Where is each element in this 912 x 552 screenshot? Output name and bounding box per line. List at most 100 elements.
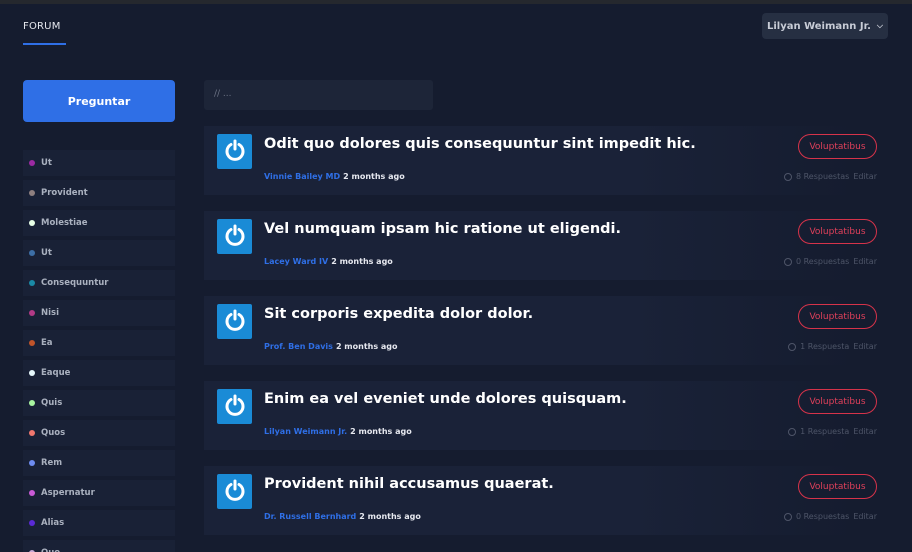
- post-author[interactable]: Lilyan Weimann Jr.: [264, 427, 347, 436]
- replies-icon: [788, 342, 797, 351]
- replies-icon: [783, 172, 792, 181]
- tag-badge[interactable]: Voluptatibus: [798, 304, 877, 329]
- post-stats: 8 Respuestas Editar: [783, 172, 877, 181]
- category-item[interactable]: Consequuntur: [23, 270, 175, 296]
- power-icon: [223, 478, 247, 506]
- tab-forum[interactable]: FORUM: [23, 21, 61, 45]
- post-stats: 0 Respuestas Editar: [783, 512, 877, 521]
- navbar: FORUM Lilyan Weimann Jr. ⌵: [0, 4, 912, 52]
- category-label: Quis: [41, 398, 63, 408]
- category-color-dot: [29, 310, 35, 316]
- category-list: Ut Provident Molestiae Ut Consequuntur Nisi Ea…: [23, 150, 175, 552]
- post-card[interactable]: Odit quo dolores quis consequuntur sint …: [204, 126, 888, 195]
- post-title[interactable]: Enim ea vel eveniet unde dolores quisqua…: [264, 391, 627, 407]
- replies-icon: [788, 427, 797, 436]
- tab-forum-underline: [23, 43, 66, 45]
- post-time: 2 months ago: [331, 257, 393, 266]
- ask-button[interactable]: Preguntar: [23, 80, 175, 122]
- category-item[interactable]: Aspernatur: [23, 480, 175, 506]
- category-item[interactable]: Molestiae: [23, 210, 175, 236]
- user-menu[interactable]: Lilyan Weimann Jr. ⌵: [762, 13, 888, 39]
- post-title[interactable]: Odit quo dolores quis consequuntur sint …: [264, 136, 696, 152]
- post-meta: Vinnie Bailey MD 2 months ago: [264, 172, 405, 181]
- post-card[interactable]: Vel numquam ipsam hic ratione ut eligend…: [204, 211, 888, 280]
- search-input[interactable]: // ...: [204, 80, 433, 110]
- category-color-dot: [29, 190, 35, 196]
- post-time: 2 months ago: [335, 342, 398, 351]
- post-card[interactable]: Provident nihil accusamus quaerat. Dr. Ru…: [204, 466, 888, 535]
- category-color-dot: [29, 400, 35, 406]
- post-title[interactable]: Provident nihil accusamus quaerat.: [264, 476, 554, 492]
- category-item[interactable]: Alias: [23, 510, 175, 536]
- post-list: Odit quo dolores quis consequuntur sint …: [204, 126, 888, 551]
- category-color-dot: [29, 430, 35, 436]
- category-label: Nisi: [41, 308, 60, 318]
- category-item[interactable]: Rem: [23, 450, 175, 476]
- category-item[interactable]: Eaque: [23, 360, 175, 386]
- category-color-dot: [29, 460, 35, 466]
- category-item[interactable]: Ut: [23, 240, 175, 266]
- post-title[interactable]: Sit corporis expedita dolor dolor.: [264, 306, 533, 322]
- post-meta: Lilyan Weimann Jr. 2 months ago: [264, 427, 412, 436]
- post-meta: Lacey Ward IV 2 months ago: [264, 257, 393, 266]
- category-label: Ea: [41, 338, 53, 348]
- edit-link[interactable]: Editar: [853, 172, 877, 181]
- category-item[interactable]: Quos: [23, 420, 175, 446]
- chevron-down-icon: ⌵: [876, 21, 883, 30]
- user-name: Lilyan Weimann Jr.: [767, 20, 871, 32]
- post-author[interactable]: Dr. Russell Bernhard: [264, 512, 356, 521]
- edit-link[interactable]: Editar: [853, 512, 877, 521]
- category-color-dot: [29, 340, 35, 346]
- tag-badge[interactable]: Voluptatibus: [798, 389, 877, 414]
- post-stats: 0 Respuestas Editar: [783, 257, 877, 266]
- power-icon: [223, 223, 247, 251]
- post-author[interactable]: Lacey Ward IV: [264, 257, 328, 266]
- post-time: 2 months ago: [350, 427, 412, 436]
- category-label: Alias: [41, 518, 65, 528]
- post-time: 2 months ago: [343, 172, 405, 181]
- post-time: 2 months ago: [359, 512, 421, 521]
- edit-link[interactable]: Editar: [853, 257, 877, 266]
- category-label: Molestiae: [41, 218, 88, 228]
- power-icon: [223, 393, 247, 421]
- post-card[interactable]: Sit corporis expedita dolor dolor. Prof. …: [204, 296, 888, 365]
- edit-link[interactable]: Editar: [853, 427, 877, 436]
- category-item[interactable]: Quo: [23, 540, 175, 552]
- category-color-dot: [29, 370, 35, 376]
- category-label: Provident: [41, 188, 88, 198]
- avatar: [217, 389, 252, 424]
- tag-badge[interactable]: Voluptatibus: [798, 474, 877, 499]
- post-meta: Prof. Ben Davis 2 months ago: [264, 342, 398, 351]
- category-label: Ut: [41, 158, 52, 168]
- category-color-dot: [29, 490, 35, 496]
- category-label: Consequuntur: [41, 278, 109, 288]
- replies-count: 0 Respuestas: [795, 257, 850, 266]
- category-item[interactable]: Ea: [23, 330, 175, 356]
- post-author[interactable]: Vinnie Bailey MD: [264, 172, 340, 181]
- post-card[interactable]: Enim ea vel eveniet unde dolores quisqua…: [204, 381, 888, 450]
- tag-badge[interactable]: Voluptatibus: [798, 219, 877, 244]
- category-item[interactable]: Nisi: [23, 300, 175, 326]
- post-author[interactable]: Prof. Ben Davis: [264, 342, 333, 351]
- post-stats: 1 Respuesta Editar: [788, 427, 877, 436]
- tag-badge[interactable]: Voluptatibus: [798, 134, 877, 159]
- category-item[interactable]: Ut: [23, 150, 175, 176]
- replies-count: 1 Respuesta: [800, 427, 850, 436]
- edit-link[interactable]: Editar: [853, 342, 877, 351]
- replies-icon: [783, 512, 792, 521]
- post-stats: 1 Respuesta Editar: [788, 342, 877, 351]
- avatar: [217, 304, 252, 339]
- avatar: [217, 219, 252, 254]
- category-color-dot: [29, 280, 35, 286]
- post-meta: Dr. Russell Bernhard 2 months ago: [264, 512, 421, 521]
- category-label: Rem: [41, 458, 63, 468]
- category-label: Quo: [41, 548, 60, 552]
- category-item[interactable]: Provident: [23, 180, 175, 206]
- category-label: Eaque: [41, 368, 71, 378]
- category-color-dot: [29, 160, 35, 166]
- replies-icon: [783, 257, 792, 266]
- replies-count: 1 Respuesta: [800, 342, 850, 351]
- post-title[interactable]: Vel numquam ipsam hic ratione ut eligend…: [264, 221, 621, 237]
- power-icon: [223, 308, 247, 336]
- category-item[interactable]: Quis: [23, 390, 175, 416]
